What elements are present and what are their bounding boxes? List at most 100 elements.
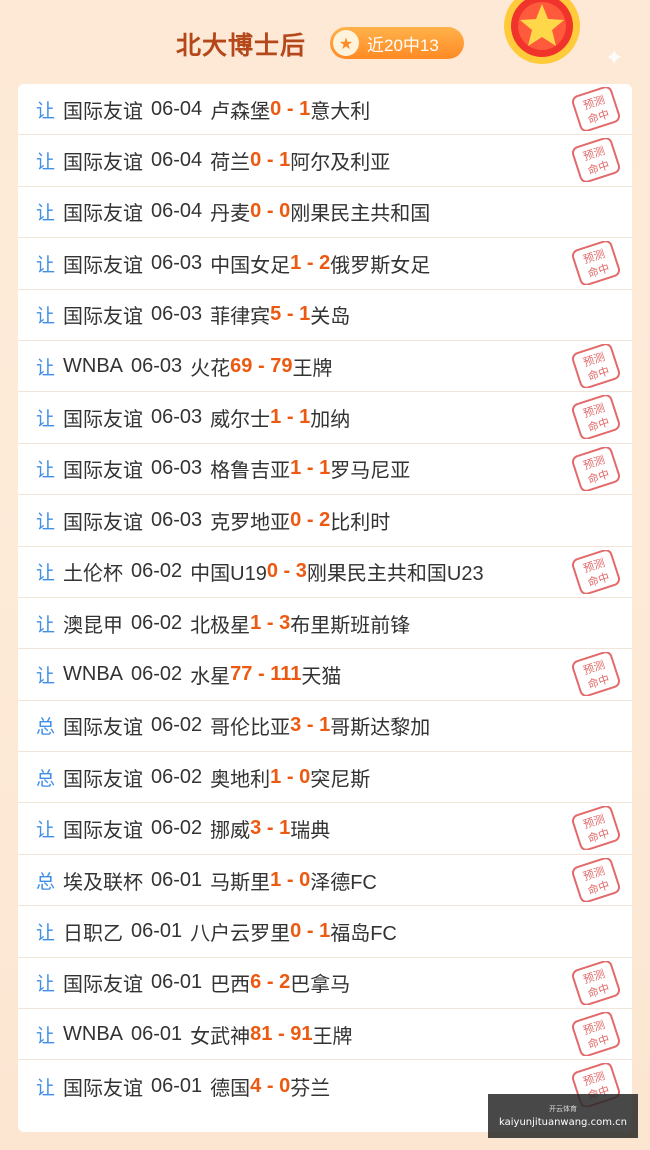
match-score: 1 - 1: [270, 406, 311, 429]
match-line: 让国际友谊 06-04 丹麦 0 - 0 刚果民主共和国: [36, 197, 430, 226]
bet-type-tag: 总: [36, 871, 56, 893]
match-score: 6 - 2: [250, 971, 291, 994]
league-name: WNBA: [63, 662, 124, 685]
home-team: 中国女足: [210, 254, 291, 277]
away-team: 王牌: [292, 357, 333, 380]
list-item[interactable]: 让土伦杯 06-02 中国U19 0 - 3 刚果民主共和国U23 预测 命中: [18, 547, 632, 598]
home-team: 火花: [190, 357, 231, 380]
match-line: 让国际友谊 06-02 挪威 3 - 1 瑞典: [36, 814, 330, 843]
list-item[interactable]: 让 WNBA 06-01 女武神 81 - 91 王牌 预测 命中: [18, 1009, 632, 1061]
home-team: 丹麦: [210, 203, 251, 226]
league-name: 国际友谊: [63, 717, 144, 740]
away-team: 布里斯班前锋: [290, 614, 411, 637]
match-date: 06-02: [131, 662, 183, 685]
bet-type-tag: 让: [36, 254, 56, 276]
away-team: 刚果民主共和国U23: [306, 563, 484, 586]
match-line: 让国际友谊 06-04 荷兰 0 - 1 阿尔及利亚: [36, 146, 390, 175]
home-team: 奥地利: [210, 768, 271, 791]
prediction-hit-stamp-icon: 预测命中: [571, 138, 621, 183]
list-item[interactable]: 让 WNBA 06-03 火花 69 - 79 王牌 预测 命中: [18, 341, 632, 393]
league-name: 国际友谊: [63, 306, 144, 329]
league-name: WNBA: [63, 1022, 124, 1045]
league-name: 埃及联杯: [63, 871, 144, 894]
match-line: 让国际友谊 06-04 卢森堡 0 - 1 意大利: [36, 95, 370, 124]
home-team: 卢森堡: [210, 100, 271, 123]
list-item[interactable]: 让国际友谊 06-02 挪威 3 - 1 瑞典 预测 命中: [18, 803, 632, 855]
list-item[interactable]: 总国际友谊 06-02 哥伦比亚 3 - 1 哥斯达黎加: [18, 701, 632, 753]
list-item[interactable]: 让 WNBA 06-02 水星 77 - 111 天猫 预测 命中: [18, 649, 632, 701]
record-badge: ★ 近20中13: [330, 27, 464, 59]
match-line: 让 WNBA 06-02 水星 77 - 111 天猫: [36, 660, 341, 689]
list-item[interactable]: 让国际友谊 06-04 荷兰 0 - 1 阿尔及利亚 预测 命中: [18, 135, 632, 187]
match-date: 06-03: [151, 251, 203, 274]
match-line: 让国际友谊 06-03 格鲁吉亚 1 - 1 罗马尼亚: [36, 454, 410, 483]
bet-type-tag: 让: [36, 614, 56, 636]
away-team: 阿尔及利亚: [290, 152, 391, 175]
list-item[interactable]: 让澳昆甲 06-02 北极星 1 - 3 布里斯班前锋: [18, 598, 632, 650]
match-score: 0 - 2: [290, 508, 331, 531]
match-date: 06-03: [151, 457, 203, 480]
away-team: 加纳: [310, 409, 351, 432]
bet-type-tag: 让: [36, 409, 56, 431]
page-title: 北大博士后: [176, 31, 307, 60]
away-team: 突尼斯: [310, 768, 371, 791]
match-date: 06-04: [151, 97, 203, 120]
match-line: 让国际友谊 06-01 巴西 6 - 2 巴拿马: [36, 968, 350, 997]
match-date: 06-03: [151, 303, 203, 326]
list-item[interactable]: 让国际友谊 06-03 中国女足 1 - 2 俄罗斯女足 预测 命中: [18, 238, 632, 290]
league-name: 国际友谊: [63, 511, 144, 534]
match-score: 4 - 0: [250, 1074, 291, 1097]
match-score: 0 - 3: [266, 560, 307, 583]
match-line: 让土伦杯 06-02 中国U19 0 - 3 刚果民主共和国U23: [36, 557, 484, 586]
match-date: 06-02: [151, 817, 203, 840]
list-item[interactable]: 让国际友谊 06-04 卢森堡 0 - 1 意大利 预测 命中: [18, 84, 632, 136]
bet-type-tag: 让: [36, 460, 56, 482]
match-date: 06-04: [151, 149, 203, 172]
league-name: 国际友谊: [63, 152, 144, 175]
home-team: 巴西: [210, 974, 251, 997]
home-team: 女武神: [190, 1025, 251, 1048]
home-team: 菲律宾: [210, 306, 271, 329]
match-date: 06-01: [131, 919, 183, 942]
home-team: 中国U19: [190, 563, 267, 586]
away-team: 哥斯达黎加: [330, 717, 431, 740]
prediction-hit-stamp-icon: 预测命中: [571, 1012, 621, 1057]
match-line: 让国际友谊 06-03 中国女足 1 - 2 俄罗斯女足: [36, 249, 430, 278]
list-item[interactable]: 总国际友谊 06-02 奥地利 1 - 0 突尼斯: [18, 752, 632, 804]
header: 北大博士后 ★ 近20中13 ✦: [0, 0, 650, 85]
league-name: 国际友谊: [63, 974, 144, 997]
bet-type-tag: 让: [36, 974, 56, 996]
match-score: 1 - 1: [290, 457, 331, 480]
list-item[interactable]: 让国际友谊 06-03 菲律宾 5 - 1 关岛: [18, 290, 632, 341]
away-team: 王牌: [312, 1025, 353, 1048]
bet-type-tag: 让: [36, 152, 56, 174]
home-team: 德国: [210, 1077, 251, 1100]
match-date: 06-02: [151, 765, 203, 788]
prediction-hit-stamp-icon: 预测命中: [571, 395, 621, 440]
league-name: 国际友谊: [63, 768, 144, 791]
match-line: 让澳昆甲 06-02 北极星 1 - 3 布里斯班前锋: [36, 609, 410, 638]
list-item[interactable]: 让国际友谊 06-01 巴西 6 - 2 巴拿马 预测 命中: [18, 958, 632, 1010]
prediction-hit-stamp-icon: 预测命中: [571, 549, 621, 594]
league-name: 土伦杯: [63, 563, 124, 586]
league-name: 国际友谊: [63, 820, 144, 843]
home-team: 荷兰: [210, 152, 251, 175]
list-item[interactable]: 让日职乙 06-01 八户云罗里 0 - 1 福岛FC: [18, 906, 632, 958]
list-item[interactable]: 让国际友谊 06-03 格鲁吉亚 1 - 1 罗马尼亚 预测 命中: [18, 444, 632, 496]
match-date: 06-02: [131, 560, 183, 583]
bet-type-tag: 让: [36, 1025, 56, 1047]
list-item[interactable]: 让国际友谊 06-04 丹麦 0 - 0 刚果民主共和国: [18, 187, 632, 239]
home-team: 威尔士: [210, 409, 271, 432]
league-name: 国际友谊: [63, 100, 144, 123]
record-badge-text: 近20中13: [367, 35, 439, 55]
league-name: 国际友谊: [63, 1077, 144, 1100]
list-item[interactable]: 让国际友谊 06-03 威尔士 1 - 1 加纳 预测 命中: [18, 392, 632, 444]
away-team: 泽德FC: [310, 871, 377, 894]
bet-type-tag: 让: [36, 357, 56, 379]
list-item[interactable]: 让国际友谊 06-03 克罗地亚 0 - 2 比利时: [18, 495, 632, 547]
prediction-hit-stamp-icon: 预测命中: [571, 960, 621, 1005]
match-date: 06-04: [151, 200, 203, 223]
away-team: 比利时: [330, 511, 391, 534]
list-item[interactable]: 总埃及联杯 06-01 马斯里 1 - 0 泽德FC 预测 命中: [18, 855, 632, 907]
prediction-hit-stamp-icon: 预测命中: [571, 446, 621, 491]
